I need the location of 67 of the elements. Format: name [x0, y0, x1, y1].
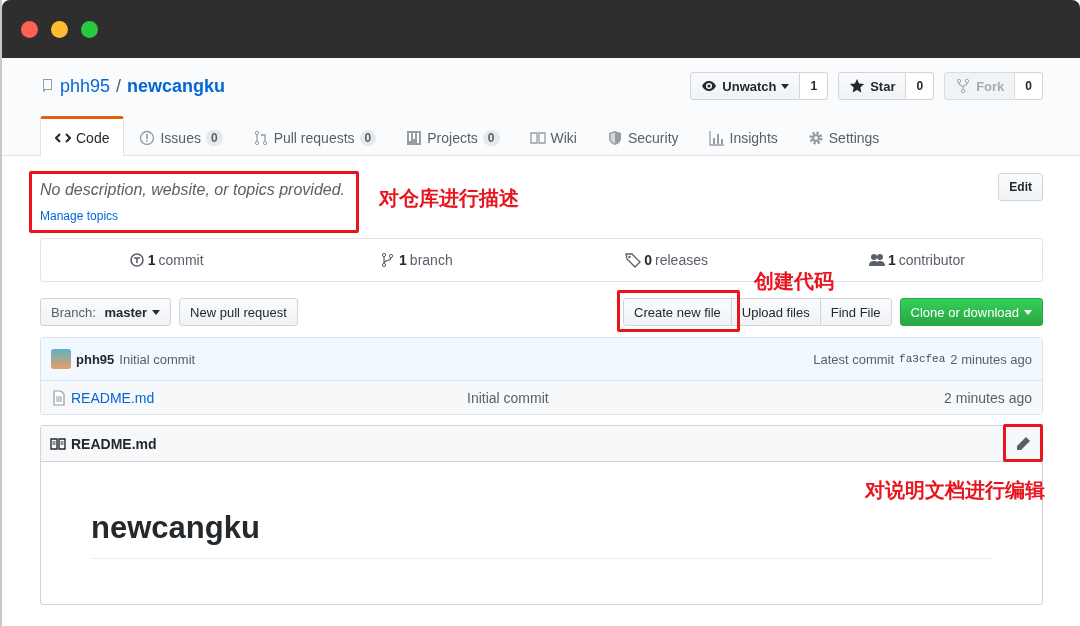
commits-link[interactable]: 1 commit: [128, 252, 204, 268]
highlight-frame: [1003, 423, 1043, 462]
nav-tab[interactable]: Security: [591, 116, 694, 156]
minimize-button[interactable]: [51, 20, 68, 38]
nav-tab[interactable]: Pull requests 0: [237, 116, 392, 156]
nav-tab[interactable]: Issues 0: [124, 116, 238, 156]
readme-heading: newcangku: [91, 510, 992, 559]
branch-select-button[interactable]: Branch: master: [40, 298, 172, 326]
watch-button[interactable]: Unwatch: [690, 72, 801, 100]
file-icon: [51, 389, 67, 406]
bar-chart-icon: [708, 129, 725, 146]
commit-sha-link[interactable]: fa3cfea: [899, 353, 946, 365]
readme-title: README.md: [71, 435, 157, 452]
commit-time: 2 minutes ago: [950, 351, 1032, 367]
releases-link[interactable]: 0 releases: [625, 252, 708, 268]
manage-topics-link[interactable]: Manage topics: [40, 209, 346, 223]
repo-name-link[interactable]: newcangku: [127, 75, 226, 97]
author-link[interactable]: phh95: [76, 351, 115, 367]
commit-message-link[interactable]: Initial commit: [119, 351, 196, 367]
nav-tab[interactable]: Settings: [792, 116, 895, 156]
count-link[interactable]: 0: [906, 72, 935, 100]
shield-icon: [606, 129, 623, 146]
history-icon: [128, 252, 145, 268]
pull-request-icon: [252, 129, 269, 146]
fork-icon: [955, 78, 972, 94]
repo-description: No description, website, or topics provided.: [40, 181, 346, 199]
book-icon: [529, 129, 546, 146]
settings-icon: [807, 129, 824, 146]
file-name-link[interactable]: README.md: [71, 389, 155, 406]
edit-button[interactable]: Edit: [998, 173, 1043, 201]
eye-icon: [701, 78, 718, 94]
star-button[interactable]: Star: [838, 72, 907, 100]
project-board-icon: [406, 129, 423, 146]
people-icon: [868, 252, 885, 268]
issue-icon: [139, 129, 156, 146]
count-link[interactable]: 1: [800, 72, 829, 100]
annotation-label: 对仓库进行描述: [379, 186, 520, 211]
tag-icon: [625, 252, 642, 268]
nav-tab[interactable]: Insights: [693, 116, 793, 156]
count-badge: 0: [205, 129, 223, 146]
maximize-button[interactable]: [81, 20, 98, 38]
book-icon: [50, 435, 66, 452]
owner-link[interactable]: phh95: [60, 75, 111, 97]
annotation-label: 创建代码: [753, 269, 834, 294]
path-separator: /: [116, 75, 122, 97]
star-icon: [849, 78, 866, 94]
file-age: 2 minutes ago: [944, 389, 1032, 406]
caret-icon: [152, 309, 161, 315]
nav-tab[interactable]: Code: [40, 116, 125, 156]
nav-tab[interactable]: Wiki: [514, 116, 592, 156]
repo-icon: [40, 78, 54, 94]
pencil-icon: [1015, 435, 1031, 452]
caret-icon: [1024, 309, 1032, 315]
latest-commit-label: Latest commit: [813, 351, 895, 367]
file-action-button[interactable]: Upload files: [730, 298, 821, 326]
contributors-link[interactable]: 1 contributor: [868, 252, 965, 268]
branches-link[interactable]: 1 branch: [380, 252, 453, 268]
file-action-button[interactable]: Create new file: [623, 298, 732, 326]
count-badge: 0: [482, 129, 500, 146]
caret-icon: [781, 83, 790, 89]
commit-message-link[interactable]: Initial commit: [467, 389, 549, 406]
file-action-button[interactable]: Find File: [819, 298, 892, 326]
new-pull-request-button[interactable]: New pull request: [179, 298, 298, 326]
annotation-label: 对说明文档进行编辑: [865, 477, 1045, 503]
count-badge: 0: [359, 129, 377, 146]
close-button[interactable]: [21, 20, 38, 38]
nav-tab[interactable]: Projects 0: [391, 116, 515, 156]
